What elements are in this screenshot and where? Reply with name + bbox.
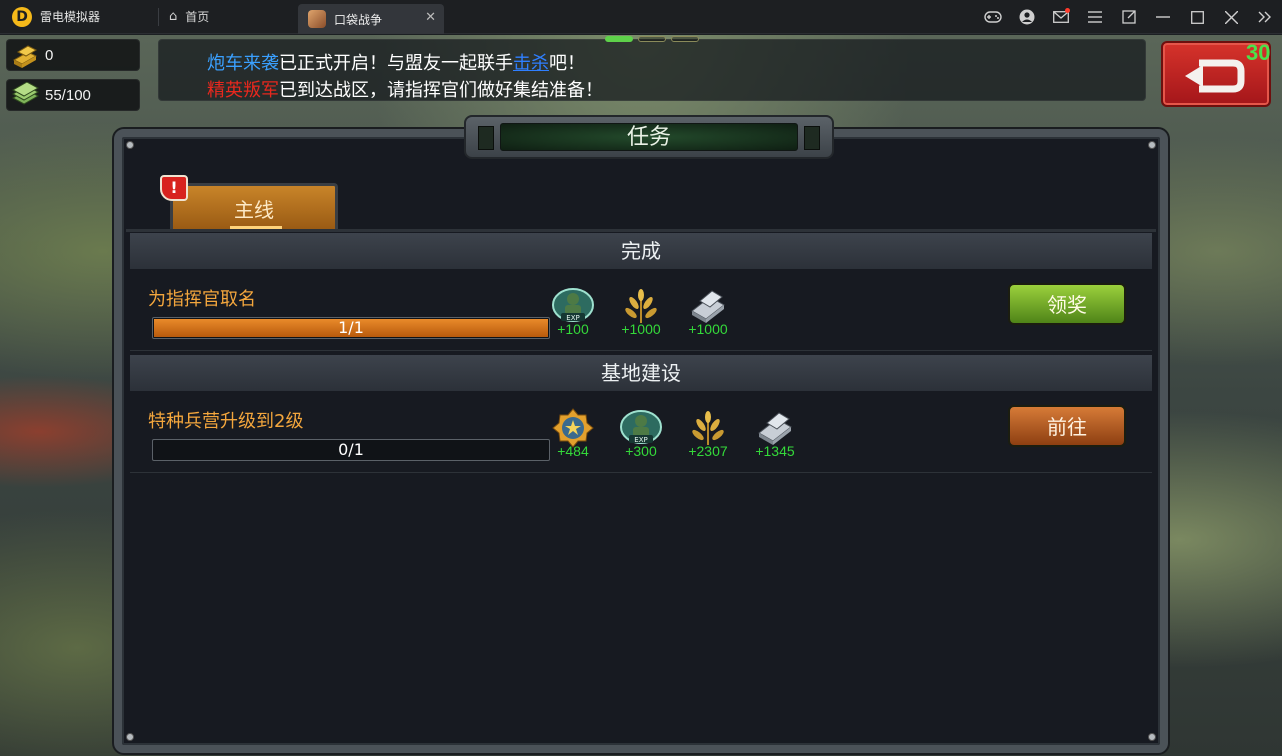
rivet [1148, 141, 1156, 149]
mail-icon[interactable] [1044, 0, 1078, 34]
tab-game-label: 口袋战争 [334, 12, 383, 27]
panel-title-screen: 任务 [500, 123, 798, 151]
maximize-icon[interactable] [1180, 0, 1214, 34]
reward-value: +1000 [688, 321, 728, 337]
task-name: 为指挥官取名 [148, 289, 256, 310]
event-name-highlight: 炮车来袭 [207, 53, 279, 74]
energy-resource[interactable]: 55/100 [6, 79, 140, 111]
tab-home[interactable]: ⌂ 首页 [159, 0, 299, 34]
task-progress-bar: 1/1 [152, 317, 550, 339]
go-to-task-button[interactable]: 前往 [1008, 405, 1126, 447]
page-dot [605, 36, 633, 42]
reward-steel: +1345 [750, 407, 800, 469]
reward-exp: EXP +100 [548, 285, 598, 347]
user-account-icon[interactable] [1010, 0, 1044, 34]
cash-stack-icon [10, 81, 40, 108]
row-divider [130, 350, 1152, 351]
kill-link[interactable]: 击杀 [513, 53, 549, 74]
emulator-titlebar: D 雷电模拟器 ⌂ 首页 口袋战争 ✕ [0, 0, 1282, 34]
section-header-completed: 完成 [130, 233, 1152, 269]
expand-sidebar-icon[interactable] [1248, 0, 1282, 34]
notice-line-2: 精英叛军已到达战区，请指挥官们做好集结准备！ [207, 76, 603, 102]
notice-line-1: 炮车来袭已正式开启！与盟友一起联手击杀吧！ [207, 49, 585, 75]
app-logo-icon: D [12, 6, 32, 27]
plate-knob [804, 126, 820, 150]
minimize-icon[interactable] [1146, 0, 1180, 34]
row-divider [130, 472, 1152, 473]
tab-main-label: 主线 [234, 198, 274, 222]
alert-badge-icon: ! [160, 175, 188, 201]
exit-arrow-icon [1185, 59, 1245, 93]
progress-text: 0/1 [338, 440, 364, 459]
app-brand: D 雷电模拟器 [0, 0, 158, 34]
reward-food: +1000 [616, 285, 666, 347]
task-progress-bar: 0/1 [152, 439, 550, 461]
game-viewport: 0 55/100 炮车来袭已正式开启！与盟友一起联手击杀吧！ 精英叛军已到达战区… [0, 35, 1282, 756]
notice-banner: 炮车来袭已正式开启！与盟友一起联手击杀吧！ 精英叛军已到达战区，请指挥官们做好集… [158, 39, 1146, 101]
panel-title: 任务 [626, 125, 671, 150]
tab-home-label: 首页 [185, 10, 210, 24]
reward-medal: +484 [548, 407, 598, 469]
rivet [126, 141, 134, 149]
progress-text: 1/1 [338, 318, 364, 337]
gold-bars-icon [10, 42, 40, 68]
notice-text: 已到达战区，请指挥官们做好集结准备！ [279, 80, 603, 101]
energy-value: 55/100 [45, 86, 91, 104]
page-dot [671, 36, 699, 42]
elite-rebels-highlight: 精英叛军 [207, 80, 279, 101]
task-row: 特种兵营升级到2级 0/1 +484 EXP +300 +2307 +1345 … [130, 393, 1152, 473]
notice-text: 已正式开启！与盟友一起联手 [279, 53, 513, 74]
task-row: 为指挥官取名 1/1 EXP +100 +1000 +1000 领奖 [130, 271, 1152, 351]
reward-exp: EXP +300 [616, 407, 666, 469]
game-avatar-icon [308, 10, 326, 28]
claim-reward-button[interactable]: 领奖 [1008, 283, 1126, 325]
gamepad-icon[interactable] [976, 0, 1010, 34]
gold-value: 0 [45, 46, 54, 64]
tab-divider [126, 229, 1156, 232]
app-name: 雷电模拟器 [40, 10, 101, 24]
reward-steel: +1000 [683, 285, 733, 347]
reward-value: +2307 [688, 443, 728, 459]
task-panel: 任务 主线 ! 完成 为指挥官取名 1/1 EXP +100 +1000 +10… [114, 115, 1168, 753]
reward-food: +2307 [683, 407, 733, 469]
fps-counter: 30 [1246, 40, 1271, 65]
plate-knob [478, 126, 494, 150]
notice-text: 吧！ [549, 53, 585, 74]
rivet [1148, 733, 1156, 741]
resize-window-icon[interactable] [1112, 0, 1146, 34]
panel-title-plate: 任务 [464, 115, 834, 159]
close-tab-icon[interactable]: ✕ [425, 10, 436, 25]
home-icon: ⌂ [169, 9, 178, 24]
window-controls [976, 0, 1282, 34]
reward-value: +1345 [755, 443, 795, 459]
mail-unread-dot [1065, 8, 1070, 13]
close-window-icon[interactable] [1214, 0, 1248, 34]
page-dot [638, 36, 666, 42]
task-name: 特种兵营升级到2级 [148, 411, 304, 432]
tab-game[interactable]: 口袋战争 ✕ [298, 4, 444, 34]
gold-resource[interactable]: 0 [6, 39, 140, 71]
menu-icon[interactable] [1078, 0, 1112, 34]
rivet [126, 733, 134, 741]
tab-main-storyline[interactable]: 主线 [170, 183, 338, 229]
section-header-base-building: 基地建设 [130, 355, 1152, 391]
notice-page-indicator [605, 36, 699, 42]
reward-value: +1000 [621, 321, 661, 337]
